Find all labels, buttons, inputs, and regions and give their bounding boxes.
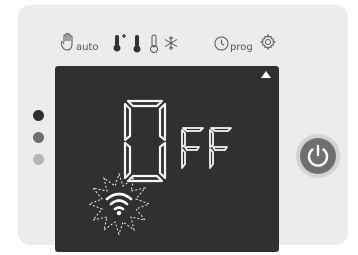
up-triangle-icon[interactable] [261, 71, 271, 78]
wifi-burst-icon[interactable] [87, 172, 151, 236]
auto-label: auto [76, 42, 99, 53]
thermometer-empty-icon[interactable] [149, 34, 159, 54]
gear-icon[interactable] [260, 34, 276, 50]
power-icon [307, 144, 329, 167]
power-button-face [300, 138, 336, 174]
prog-label: prog [230, 42, 253, 53]
indicator-dot-3 [33, 154, 44, 165]
thermometer-filled-icon[interactable] [132, 34, 142, 54]
snowflake-icon[interactable] [164, 36, 178, 50]
thermometer-plus-icon[interactable] [113, 33, 127, 53]
mode-bar: auto prog [58, 33, 288, 57]
clock-icon[interactable] [214, 36, 229, 51]
status-small-segment [181, 127, 232, 169]
indicator-dot-1 [33, 110, 44, 121]
power-button[interactable] [296, 134, 340, 178]
indicator-dot-2 [33, 132, 44, 143]
hand-icon[interactable] [61, 33, 75, 51]
